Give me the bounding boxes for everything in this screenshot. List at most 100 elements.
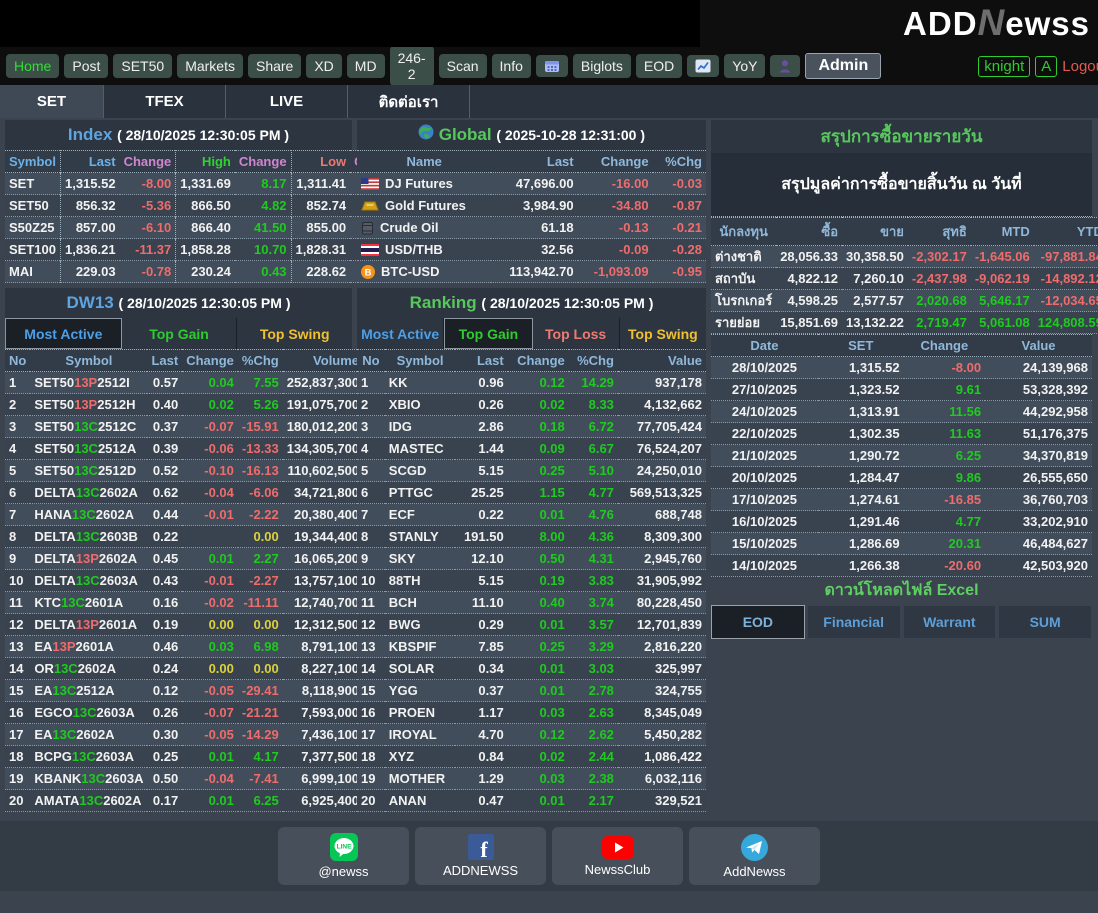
ranking-row[interactable]: 2 XBIO 0.26 0.02 8.33 4,132,662: [357, 394, 706, 416]
excel-download-link[interactable]: ดาวน์โหลดไฟล์ Excel: [711, 577, 1092, 605]
investor-row[interactable]: สถาบัน 4,822.12 7,260.10 -2,437.98 -9,062.19…: [711, 268, 1098, 290]
calendar-icon-button[interactable]: [535, 55, 568, 77]
nav-item-xd[interactable]: XD: [306, 54, 342, 78]
nav-item-markets[interactable]: Markets: [177, 54, 243, 78]
ranking-tab-top-gain[interactable]: Top Gain: [444, 318, 533, 349]
ranking-row[interactable]: 4 MASTEC 1.44 0.09 6.67 76,524,207: [357, 438, 706, 460]
ranking-row[interactable]: 9 SKY 12.10 0.50 4.31 2,945,760: [357, 548, 706, 570]
user-badge[interactable]: A: [1035, 55, 1058, 77]
nav-item-md[interactable]: MD: [346, 54, 385, 78]
dw-row[interactable]: 8 DELTA13C2603B 0.22 0.00 19,344,400: [5, 526, 364, 548]
main-tab-ติดต่อเรา[interactable]: ติดต่อเรา: [347, 85, 469, 118]
global-row[interactable]: DJ Futures 47,696.00 -16.00 -0.03: [357, 173, 706, 195]
daily-row[interactable]: 15/10/2025 1,286.69 20.31 46,484,627: [711, 533, 1092, 555]
investor-row[interactable]: โบรกเกอร์ 4,598.25 2,577.57 2,020.68 5,646.1…: [711, 290, 1098, 312]
eod-button[interactable]: EOD: [711, 605, 805, 639]
global-row[interactable]: USD/THB 32.56 -0.09 -0.28: [357, 239, 706, 261]
ranking-tab-top-loss[interactable]: Top Loss: [533, 318, 620, 349]
daily-row[interactable]: 21/10/2025 1,290.72 6.25 34,370,819: [711, 445, 1092, 467]
ranking-row[interactable]: 3 IDG 2.86 0.18 6.72 77,705,424: [357, 416, 706, 438]
dw-tab-top-swing[interactable]: Top Swing: [237, 318, 352, 349]
daily-row[interactable]: 17/10/2025 1,274.61 -16.85 36,760,703: [711, 489, 1092, 511]
user-icon-button[interactable]: [770, 55, 801, 77]
dw-row[interactable]: 5 SET5013C2512D 0.52 -0.10 -16.13 110,602,500: [5, 460, 364, 482]
ranking-row[interactable]: 20 ANAN 0.47 0.01 2.17 329,521: [357, 790, 706, 812]
dw-row[interactable]: 4 SET5013C2512A 0.39 -0.06 -13.33 134,305,700: [5, 438, 364, 460]
dw-row[interactable]: 12 DELTA13P2601A 0.19 0.00 0.00 12,312,500: [5, 614, 364, 636]
nav-item-home[interactable]: Home: [6, 54, 60, 78]
nav-item-set50[interactable]: SET50: [113, 54, 173, 78]
daily-row[interactable]: 24/10/2025 1,313.91 11.56 44,292,958: [711, 401, 1092, 423]
nav-item-yoy[interactable]: YoY: [724, 54, 766, 78]
main-tab-tfex[interactable]: TFEX: [103, 85, 225, 118]
main-tab-set[interactable]: SET: [0, 85, 103, 118]
dw-row[interactable]: 18 BCPG13C2603A 0.25 0.01 4.17 7,377,500: [5, 746, 364, 768]
daily-row[interactable]: 14/10/2025 1,266.38 -20.60 42,503,920: [711, 555, 1092, 577]
dw-row[interactable]: 19 KBANK13C2603A 0.50 -0.04 -7.41 6,999,100: [5, 768, 364, 790]
nav-item-eod[interactable]: EOD: [635, 54, 683, 78]
admin-button[interactable]: Admin: [805, 53, 882, 79]
dw-row[interactable]: 20 AMATA13C2602A 0.17 0.01 6.25 6,925,400: [5, 790, 364, 812]
logout-link[interactable]: Logout: [1062, 58, 1098, 75]
username-chip[interactable]: knight: [978, 55, 1031, 77]
dw-row[interactable]: 2 SET5013P2512H 0.40 0.02 5.26 191,075,700: [5, 394, 364, 416]
ranking-row[interactable]: 17 IROYAL 4.70 0.12 2.62 5,450,282: [357, 724, 706, 746]
dw-row[interactable]: 14 OR13C2602A 0.24 0.00 0.00 8,227,100: [5, 658, 364, 680]
dw-row[interactable]: 1 SET5013P2512I 0.57 0.04 7.55 252,837,300: [5, 372, 364, 394]
dw-row[interactable]: 17 EA13C2602A 0.30 -0.05 -14.29 7,436,100: [5, 724, 364, 746]
index-row[interactable]: SET50856.32-5.36866.504.82852.74-8.94: [5, 195, 406, 217]
daily-row[interactable]: 27/10/2025 1,323.52 9.61 53,328,392: [711, 379, 1092, 401]
financial-button[interactable]: Financial: [806, 605, 901, 639]
global-row[interactable]: B BTC-USD 113,942.70 -1,093.09 -0.95: [357, 261, 706, 283]
ranking-row[interactable]: 8 STANLY 191.50 8.00 4.36 8,309,300: [357, 526, 706, 548]
dw-row[interactable]: 11 KTC13C2601A 0.16 -0.02 -11.11 12,740,700: [5, 592, 364, 614]
ranking-row[interactable]: 1 KK 0.96 0.12 14.29 937,178: [357, 372, 706, 394]
ranking-row[interactable]: 11 BCH 11.10 0.40 3.74 80,228,450: [357, 592, 706, 614]
nav-item-biglots[interactable]: Biglots: [572, 54, 631, 78]
dw-row[interactable]: 9 DELTA13P2602A 0.45 0.01 2.27 16,065,200: [5, 548, 364, 570]
ranking-row[interactable]: 10 88TH 5.15 0.19 3.83 31,905,992: [357, 570, 706, 592]
dw-row[interactable]: 3 SET5013C2512C 0.37 -0.07 -15.91 180,012,200: [5, 416, 364, 438]
index-row[interactable]: SET100 1,836.21 -11.37 1,858.28 10.70 1,828.3…: [5, 239, 406, 261]
ranking-row[interactable]: 19 MOTHER 1.29 0.03 2.38 6,032,116: [357, 768, 706, 790]
ranking-row[interactable]: 14 SOLAR 0.34 0.01 3.03 325,997: [357, 658, 706, 680]
ranking-tab-top-swing[interactable]: Top Swing: [620, 318, 706, 349]
dw-tab-top-gain[interactable]: Top Gain: [122, 318, 238, 349]
daily-row[interactable]: 28/10/2025 1,315.52 -8.00 24,139,968: [711, 357, 1092, 379]
ranking-row[interactable]: 18 XYZ 0.84 0.02 2.44 1,086,422: [357, 746, 706, 768]
dw-row[interactable]: 13 EA13P2601A 0.46 0.03 6.98 8,791,100: [5, 636, 364, 658]
warrant-button[interactable]: Warrant: [902, 605, 997, 639]
index-row[interactable]: S50Z25857.00-6.10866.4041.50855.0030.10: [5, 217, 406, 239]
telegram-social-button[interactable]: AddNewss: [689, 827, 820, 885]
ranking-row[interactable]: 7 ECF 0.22 0.01 4.76 688,748: [357, 504, 706, 526]
ranking-row[interactable]: 6 PTTGC 25.25 1.15 4.77 569,513,325: [357, 482, 706, 504]
index-row[interactable]: MAI229.03-0.78230.240.43228.62-1.19: [5, 261, 406, 283]
global-row[interactable]: Crude Oil 61.18 -0.13 -0.21: [357, 217, 706, 239]
index-row[interactable]: SET1,315.52-8.001,331.698.171,311.41-12.…: [5, 173, 406, 195]
daily-row[interactable]: 16/10/2025 1,291.46 4.77 33,202,910: [711, 511, 1092, 533]
ranking-row[interactable]: 5 SCGD 5.15 0.25 5.10 24,250,010: [357, 460, 706, 482]
nav-item-post[interactable]: Post: [64, 54, 109, 78]
sum-button[interactable]: SUM: [998, 605, 1092, 639]
facebook-social-button[interactable]: f ADDNEWSS: [415, 827, 546, 885]
youtube-social-button[interactable]: NewssClub: [552, 827, 683, 885]
chart-icon-button[interactable]: [687, 55, 720, 77]
investor-row[interactable]: ต่างชาติ 28,056.33 30,358.50 -2,302.17 -1,64…: [711, 246, 1098, 268]
dw-row[interactable]: 10 DELTA13C2603A 0.43 -0.01 -2.27 13,757,100: [5, 570, 364, 592]
ranking-row[interactable]: 16 PROEN 1.17 0.03 2.63 8,345,049: [357, 702, 706, 724]
dw-row[interactable]: 15 EA13C2512A 0.12 -0.05 -29.41 8,118,900: [5, 680, 364, 702]
dw-row[interactable]: 7 HANA13C2602A 0.44 -0.01 -2.22 20,380,400: [5, 504, 364, 526]
dw-row[interactable]: 6 DELTA13C2602A 0.62 -0.04 -6.06 34,721,800: [5, 482, 364, 504]
nav-item-246-2[interactable]: 246-2: [389, 46, 434, 86]
line-social-button[interactable]: LINE @newss: [278, 827, 409, 885]
daily-row[interactable]: 20/10/2025 1,284.47 9.86 26,555,650: [711, 467, 1092, 489]
nav-item-info[interactable]: Info: [491, 54, 531, 78]
main-tab-live[interactable]: LIVE: [225, 85, 347, 118]
dw-tab-most-active[interactable]: Most Active: [5, 318, 122, 349]
ranking-tab-most-active[interactable]: Most Active: [357, 318, 445, 349]
ranking-row[interactable]: 15 YGG 0.37 0.01 2.78 324,755: [357, 680, 706, 702]
nav-item-scan[interactable]: Scan: [438, 54, 487, 78]
dw-row[interactable]: 16 EGCO13C2603A 0.26 -0.07 -21.21 7,593,000: [5, 702, 364, 724]
investor-row[interactable]: รายย่อย 15,851.69 13,132.22 2,719.47 5,061.0…: [711, 312, 1098, 334]
ranking-row[interactable]: 13 KBSPIF 7.85 0.25 3.29 2,816,220: [357, 636, 706, 658]
